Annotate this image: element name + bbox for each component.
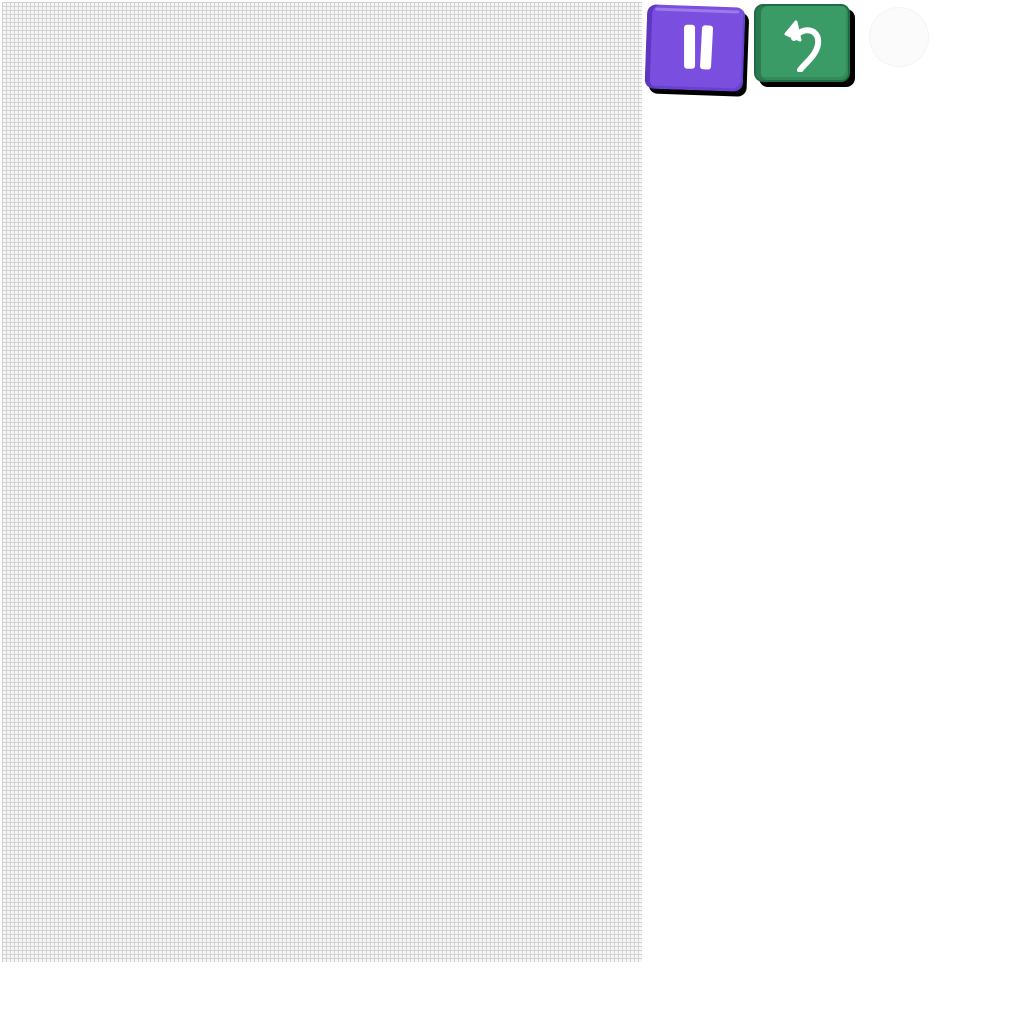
faded-circle-icon bbox=[870, 8, 928, 66]
game-stage bbox=[0, 0, 1024, 1024]
game-board[interactable] bbox=[2, 2, 642, 962]
button-highlight bbox=[655, 7, 740, 14]
undo-button[interactable] bbox=[754, 4, 850, 82]
pause-button[interactable] bbox=[644, 4, 746, 92]
pause-icon bbox=[681, 24, 715, 70]
undo-arrow-icon bbox=[784, 20, 822, 72]
